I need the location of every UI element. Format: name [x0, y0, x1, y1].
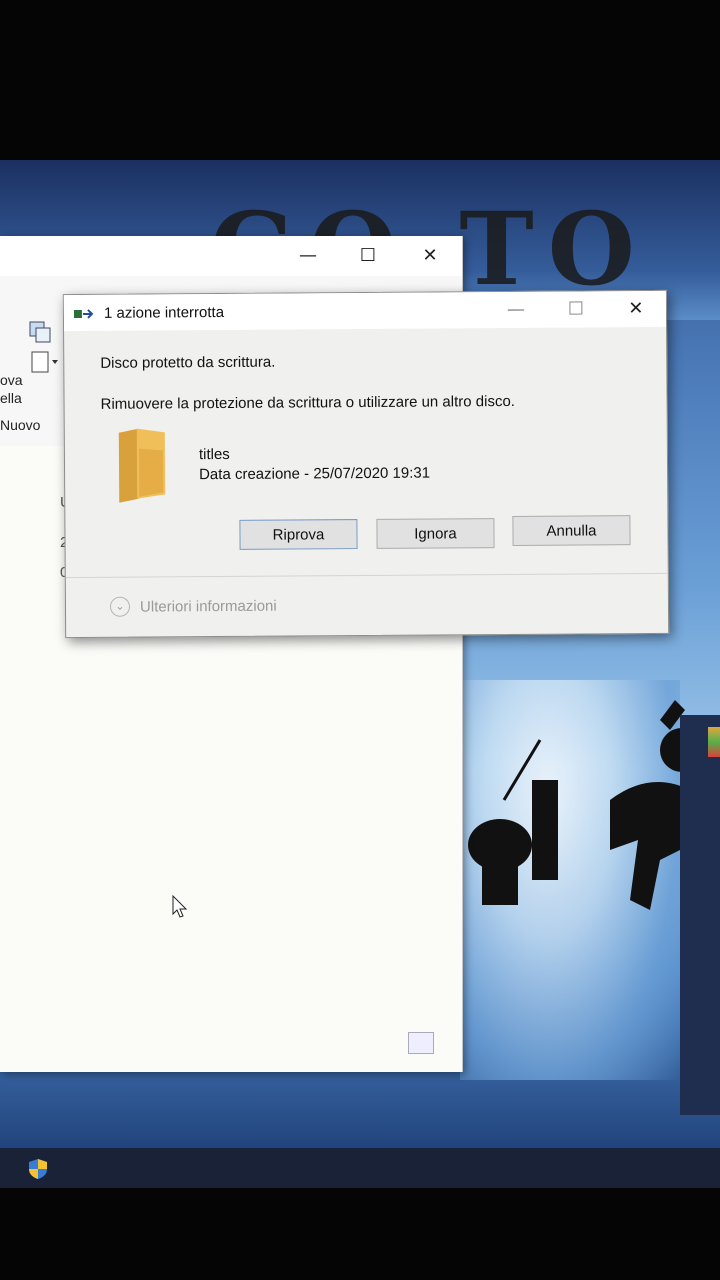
copy-to-icon[interactable]	[28, 320, 52, 344]
dialog-close-button[interactable]: ✕	[624, 297, 648, 321]
app-logo-fragment	[708, 727, 720, 757]
view-details-icon[interactable]	[408, 1032, 434, 1054]
dialog-maximize-button[interactable]: ☐	[564, 297, 588, 321]
explorer-titlebar[interactable]: — ☐ ✕	[0, 236, 462, 276]
background-app-edge	[680, 715, 720, 1115]
dialog-title: 1 azione interrotta	[103, 303, 225, 322]
taskbar	[0, 1148, 720, 1188]
item-created-date: Data creazione - 25/07/2020 19:31	[199, 464, 431, 484]
dialog-divider	[65, 572, 668, 579]
file-transfer-icon	[73, 309, 94, 319]
error-message: Disco protetto da scrittura.	[100, 353, 276, 372]
ribbon-group-new: Nuovo	[0, 417, 41, 433]
item-name: titles	[198, 445, 230, 464]
explorer-minimize-button[interactable]: —	[296, 244, 320, 268]
ribbon-label-fragment: ova	[0, 372, 23, 388]
explorer-close-button[interactable]: ✕	[418, 244, 442, 268]
file-operation-error-dialog[interactable]: 1 azione interrotta — ☐ ✕ Disco protetto…	[62, 289, 670, 639]
ribbon-label-fragment: ella	[0, 390, 22, 406]
dialog-titlebar[interactable]: 1 azione interrotta — ☐ ✕	[63, 290, 667, 332]
error-instruction: Rimuovere la protezione da scrittura o u…	[100, 392, 516, 413]
mouse-cursor-icon	[172, 895, 188, 918]
new-item-icon[interactable]	[30, 350, 60, 374]
cancel-button[interactable]: Annulla	[512, 515, 631, 546]
ignore-button[interactable]: Ignora	[376, 518, 495, 549]
explorer-maximize-button[interactable]: ☐	[356, 244, 380, 268]
folder-icon	[118, 428, 166, 503]
retry-button[interactable]: Riprova	[239, 519, 358, 550]
shield-icon[interactable]	[28, 1158, 48, 1180]
more-info-toggle[interactable]: Ulteriori informazioni	[140, 598, 277, 616]
dialog-minimize-button[interactable]: —	[504, 298, 528, 322]
chevron-down-icon[interactable]: ⌄	[109, 596, 131, 617]
